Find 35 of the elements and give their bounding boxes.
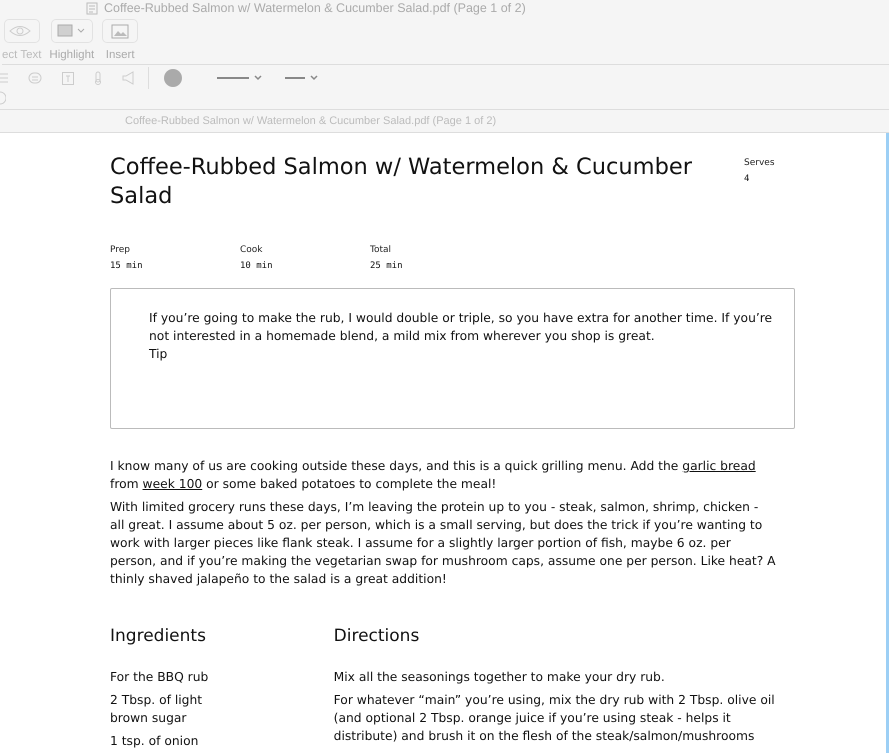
section-heading: Ingredients <box>110 626 207 646</box>
serves-value: 4 <box>744 174 750 184</box>
toolbar-button[interactable] <box>50 19 93 43</box>
direction-text: For whatever “main” you’re using, mix the dry rub with 2 Tbsp. olive oil (and optional 2 Tbsp. orange juice if you’re using steak - helps it distribute) and brush it on the flesh of the steak/salmon/mushrooms <box>334 692 776 745</box>
recipe-title: Coffee-Rubbed Salmon w/ Watermelon & Cucumber Salad <box>110 153 693 211</box>
ingredient-text: 1 tsp. of onion <box>110 733 200 750</box>
text-link[interactable]: garlic bread <box>682 459 756 473</box>
intro-paragraph: With limited grocery runs these days, I’m leaving the protein up to you - steak, salmon, shrimp, chicken - all great. I assume about 5 oz. per person, which is a small serving, but does the trick if you’re wanting to work with larger pieces like flank steak. I assume for a slightly larger portion of fish, maybe 6 oz. per person, and if you’re making the vegetarian swap for mushroom caps, assume one per person. Like heat? A thinly shaved jalapeño to the salad is a great addition! <box>110 499 776 588</box>
window-title: Coffee-Rubbed Salmon w/ Watermelon & Cucumber Salad.pdf (Page 1 of 2) <box>104 0 526 16</box>
ingredient-text: For the BBQ rub <box>110 669 210 686</box>
toolbar-button[interactable] <box>102 19 138 43</box>
intro-paragraph: I know many of us are cooking outside these days, and this is a quick grilling menu. Add the garlic bread from week 100 or some baked potatoes to complete the meal! <box>110 458 757 493</box>
shape-icon[interactable] <box>28 71 42 85</box>
tip-text: If you’re going to make the rub, I would double or triple, so you have extra for another time. If you’re not interested in a homemade blend, a mild mix from wherever you shop is great. <box>149 310 774 345</box>
time-label: Cook <box>240 245 264 255</box>
time-value: 25 min <box>370 261 404 271</box>
toolbar-button[interactable] <box>4 19 40 43</box>
toolbar-label: Insert <box>106 49 135 61</box>
ingredient-text: 2 Tbsp. of light brown sugar <box>110 692 204 727</box>
document-icon[interactable] <box>86 2 98 14</box>
toolbar-label: ect Text <box>2 49 42 61</box>
serves-label: Serves <box>744 158 776 168</box>
time-label: Prep <box>110 245 132 255</box>
megaphone-icon[interactable] <box>122 71 134 85</box>
time-label: Total <box>370 245 392 255</box>
tip-label: Tip <box>149 346 168 363</box>
time-value: 15 min <box>110 261 144 271</box>
thermometer-icon[interactable] <box>94 71 102 85</box>
direction-text: Mix all the seasonings together to make your dry rub. <box>334 669 666 686</box>
section-heading: Directions <box>334 626 420 646</box>
text-box-icon[interactable] <box>62 72 74 84</box>
color-circle-icon[interactable] <box>163 68 183 88</box>
time-value: 10 min <box>240 261 274 271</box>
toolbar-label: Highlight <box>49 49 94 61</box>
text-link[interactable]: week 100 <box>142 477 202 491</box>
